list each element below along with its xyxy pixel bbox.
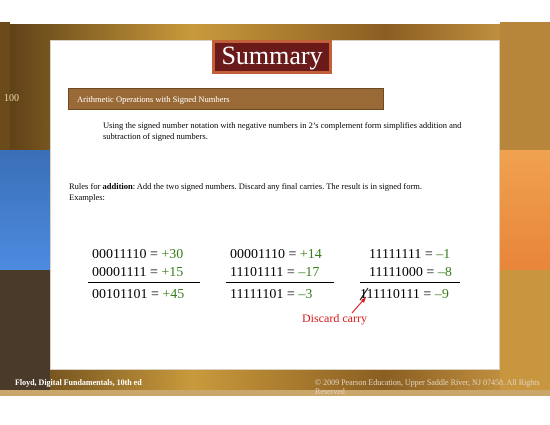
discard-carry-label: Discard carry	[302, 311, 367, 325]
carry-strike-arrow	[351, 287, 369, 314]
footer-copyright: © 2009 Pearson Education, Upper Saddle R…	[315, 378, 540, 396]
footer-author: Floyd, Digital Fundamentals, 10th ed	[15, 378, 142, 387]
